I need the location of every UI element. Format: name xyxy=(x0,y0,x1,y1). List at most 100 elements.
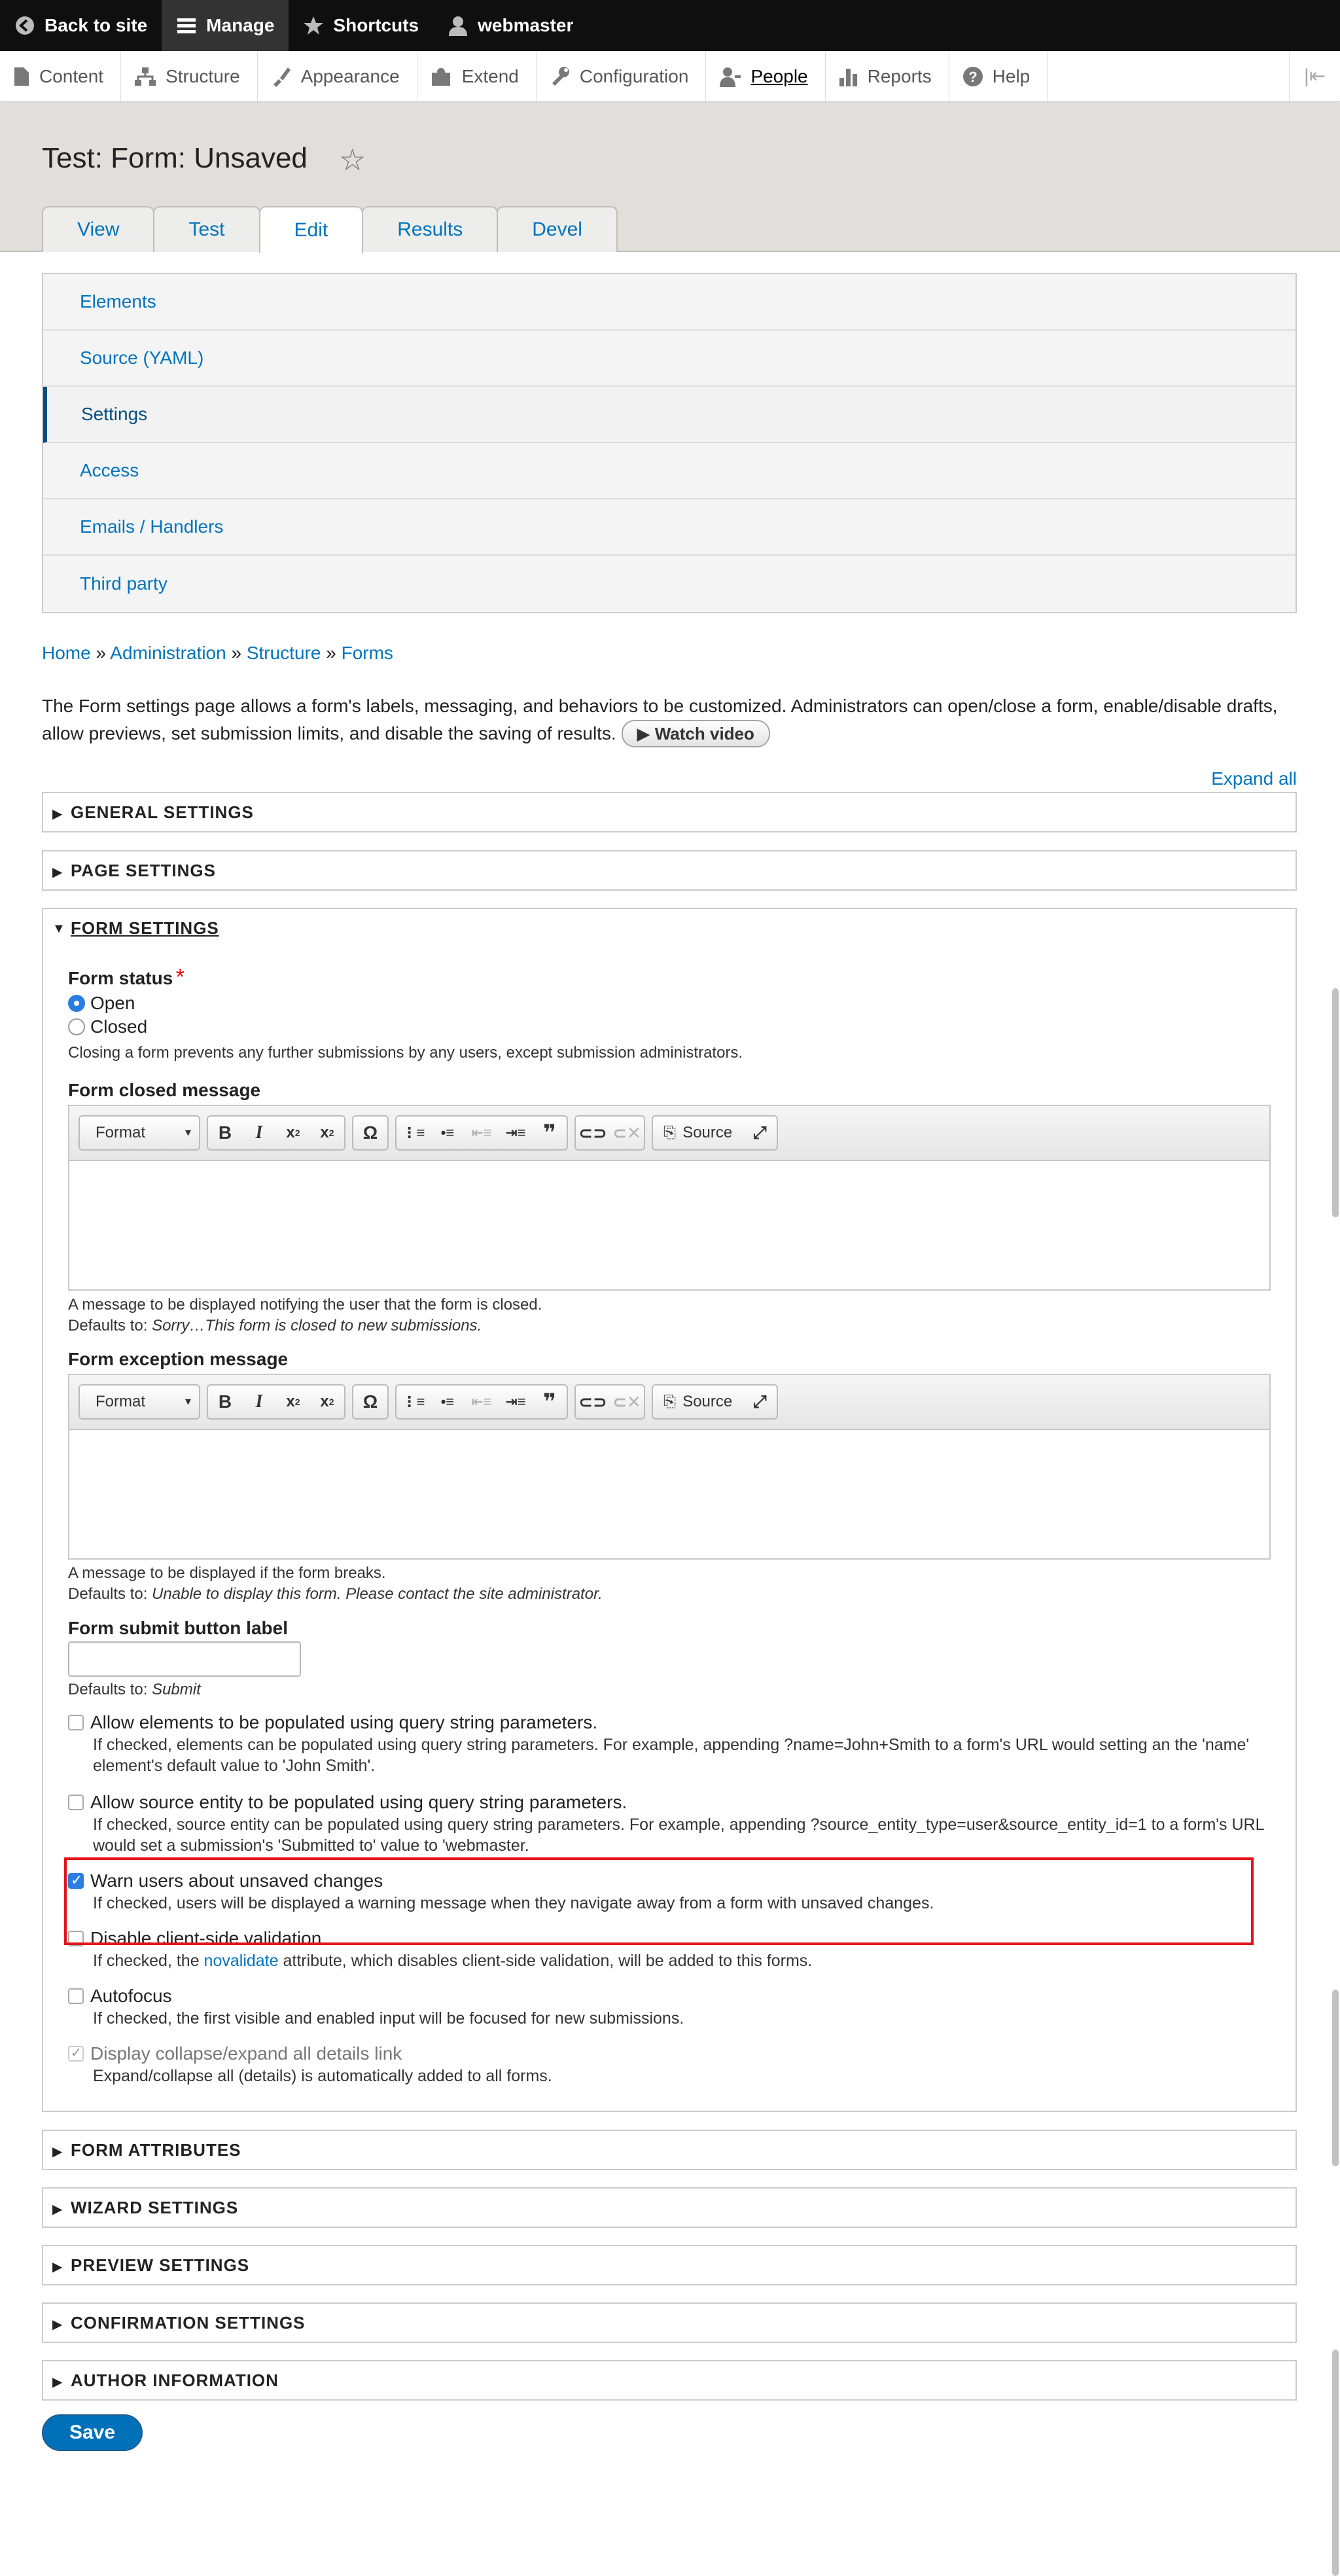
link-icon[interactable]: ⊂⊃ xyxy=(576,1386,610,1418)
format-dropdown[interactable]: Format xyxy=(79,1115,200,1151)
vtab-elements[interactable]: Elements xyxy=(43,274,1296,331)
unlink-icon[interactable]: ⊂✕ xyxy=(610,1386,644,1418)
collapsed-triangle-icon: ▶ xyxy=(52,807,63,821)
tray-item-configuration[interactable]: Configuration xyxy=(537,51,707,101)
closed-message-textarea[interactable] xyxy=(69,1161,1269,1289)
tray-item-structure[interactable]: Structure xyxy=(121,51,258,101)
novalidate-link[interactable]: novalidate xyxy=(204,1952,279,1970)
tab-edit[interactable]: Edit xyxy=(258,206,364,253)
novalidate-checkbox[interactable] xyxy=(68,1931,84,1946)
superscript-icon[interactable]: x2 xyxy=(310,1386,344,1418)
numbered-list-icon[interactable]: ⋮≡ xyxy=(397,1386,431,1418)
page-settings-summary[interactable]: ▶ PAGE SETTINGS xyxy=(43,851,1296,889)
watch-video-button[interactable]: ▶ Watch video xyxy=(621,720,770,747)
maximize-icon[interactable]: ⤢ xyxy=(743,1117,777,1149)
radio-button[interactable] xyxy=(68,1018,85,1035)
bold-icon[interactable]: B xyxy=(208,1117,242,1149)
radio-open[interactable]: Open xyxy=(68,993,1278,1014)
breadcrumb-forms[interactable]: Forms xyxy=(342,643,393,663)
user-tab[interactable]: webmaster xyxy=(433,0,588,51)
tray-item-appearance[interactable]: Appearance xyxy=(258,51,417,101)
exception-message-help: A message to be displayed if the form br… xyxy=(68,1563,1278,1605)
query-string-desc: If checked, elements can be populated us… xyxy=(93,1736,1250,1775)
blockquote-icon[interactable]: ❞ xyxy=(533,1386,567,1418)
preview-settings-summary[interactable]: ▶ PREVIEW SETTINGS xyxy=(43,2246,1296,2284)
hamburger-icon xyxy=(177,18,196,33)
back-to-site-link[interactable]: Back to site xyxy=(0,0,162,51)
tab-devel[interactable]: Devel xyxy=(497,206,618,252)
unsaved-changes-label[interactable]: Warn users about unsaved changes xyxy=(68,1869,1278,1893)
bold-icon[interactable]: B xyxy=(208,1386,242,1418)
format-dropdown[interactable]: Format xyxy=(79,1384,200,1420)
superscript-icon[interactable]: x2 xyxy=(310,1117,344,1149)
subscript-icon[interactable]: x2 xyxy=(276,1117,310,1149)
source-button[interactable]: ⎘ Source xyxy=(653,1117,743,1149)
general-settings-summary[interactable]: ▶ GENERAL SETTINGS xyxy=(43,793,1296,831)
query-string-label[interactable]: Allow elements to be populated using que… xyxy=(68,1711,1278,1734)
autofocus-checkbox[interactable] xyxy=(68,1988,84,2004)
tray-item-help[interactable]: ? Help xyxy=(949,51,1048,101)
tray-item-content[interactable]: Content xyxy=(0,51,122,101)
vtab-emails-handlers[interactable]: Emails / Handlers xyxy=(43,499,1296,556)
tray-collapse-icon[interactable]: |⇤ xyxy=(1289,51,1340,101)
numbered-list-icon[interactable]: ⋮≡ xyxy=(397,1117,431,1149)
indent-icon[interactable]: ⇥≡ xyxy=(499,1386,533,1418)
source-entity-label[interactable]: Allow source entity to be populated usin… xyxy=(68,1791,1278,1814)
omega-icon[interactable]: Ω xyxy=(353,1386,387,1418)
omega-icon[interactable]: Ω xyxy=(353,1117,387,1149)
shortcut-star-icon[interactable]: ☆ xyxy=(339,142,366,177)
italic-icon[interactable]: I xyxy=(242,1386,276,1418)
form-attributes-summary[interactable]: ▶ FORM ATTRIBUTES xyxy=(43,2131,1296,2169)
scrollbar-thumb[interactable] xyxy=(1332,2350,1339,2576)
confirmation-settings-summary[interactable]: ▶ CONFIRMATION SETTINGS xyxy=(43,2304,1296,2342)
source-entity-checkbox[interactable] xyxy=(68,1795,84,1810)
form-settings-summary[interactable]: ▼ FORM SETTINGS xyxy=(43,909,1296,947)
exception-message-label-wrap: Form exception message xyxy=(68,1349,1278,1370)
vtab-third-party[interactable]: Third party xyxy=(43,556,1296,612)
breadcrumb: Home » Administration » Structure » Form… xyxy=(42,643,393,664)
query-string-checkbox[interactable] xyxy=(68,1715,84,1730)
breadcrumb-home[interactable]: Home xyxy=(42,643,91,663)
tray-item-reports[interactable]: Reports xyxy=(826,51,949,101)
link-icon[interactable]: ⊂⊃ xyxy=(576,1117,610,1149)
radio-closed[interactable]: Closed xyxy=(68,1016,1278,1037)
blockquote-icon[interactable]: ❞ xyxy=(533,1117,567,1149)
radio-button[interactable] xyxy=(68,995,85,1012)
tab-results[interactable]: Results xyxy=(362,206,499,252)
tray-item-people[interactable]: People xyxy=(706,51,826,101)
unlink-icon[interactable]: ⊂✕ xyxy=(610,1117,644,1149)
manage-tab[interactable]: Manage xyxy=(162,0,289,51)
subscript-icon[interactable]: x2 xyxy=(276,1386,310,1418)
vtab-source-yaml[interactable]: Source (YAML) xyxy=(43,331,1296,387)
tab-view[interactable]: View xyxy=(42,206,155,252)
vtab-settings[interactable]: Settings xyxy=(43,387,1296,443)
breadcrumb-structure[interactable]: Structure xyxy=(247,643,321,663)
exception-message-textarea[interactable] xyxy=(69,1430,1269,1558)
source-label: Source xyxy=(682,1393,733,1410)
autofocus-label[interactable]: Autofocus xyxy=(68,1984,1278,2008)
shortcuts-tab[interactable]: Shortcuts xyxy=(289,0,433,51)
closed-message-editor: Format B I x2 x2 Ω ⋮≡ •≡ ⇤≡ ⇥≡ ❞ ⊂⊃ ⊂✕ ⎘… xyxy=(68,1105,1271,1291)
author-information-summary[interactable]: ▶ AUTHOR INFORMATION xyxy=(43,2361,1296,2399)
submit-label-input[interactable] xyxy=(68,1641,301,1677)
scrollbar-thumb[interactable] xyxy=(1332,988,1339,1217)
source-button[interactable]: ⎘ Source xyxy=(653,1386,743,1418)
vtab-access[interactable]: Access xyxy=(43,443,1296,499)
bulleted-list-icon[interactable]: •≡ xyxy=(431,1386,465,1418)
wizard-settings-summary[interactable]: ▶ WIZARD SETTINGS xyxy=(43,2189,1296,2227)
breadcrumb-administration[interactable]: Administration xyxy=(110,643,226,663)
italic-icon[interactable]: I xyxy=(242,1117,276,1149)
scrollbar-thumb[interactable] xyxy=(1332,1990,1339,2166)
indent-icon[interactable]: ⇥≡ xyxy=(499,1117,533,1149)
outdent-icon[interactable]: ⇤≡ xyxy=(465,1117,499,1149)
page-scrollbar[interactable] xyxy=(1331,988,1340,2576)
unsaved-changes-checkbox[interactable] xyxy=(68,1872,84,1889)
bulleted-list-icon[interactable]: •≡ xyxy=(431,1117,465,1149)
novalidate-label[interactable]: Disable client-side validation xyxy=(68,1927,1278,1950)
save-button[interactable]: Save xyxy=(42,2414,143,2451)
outdent-icon[interactable]: ⇤≡ xyxy=(465,1386,499,1418)
expand-all-link[interactable]: Expand all xyxy=(1211,768,1297,789)
tab-test[interactable]: Test xyxy=(153,206,260,252)
tray-item-extend[interactable]: Extend xyxy=(417,51,537,101)
maximize-icon[interactable]: ⤢ xyxy=(743,1386,777,1418)
